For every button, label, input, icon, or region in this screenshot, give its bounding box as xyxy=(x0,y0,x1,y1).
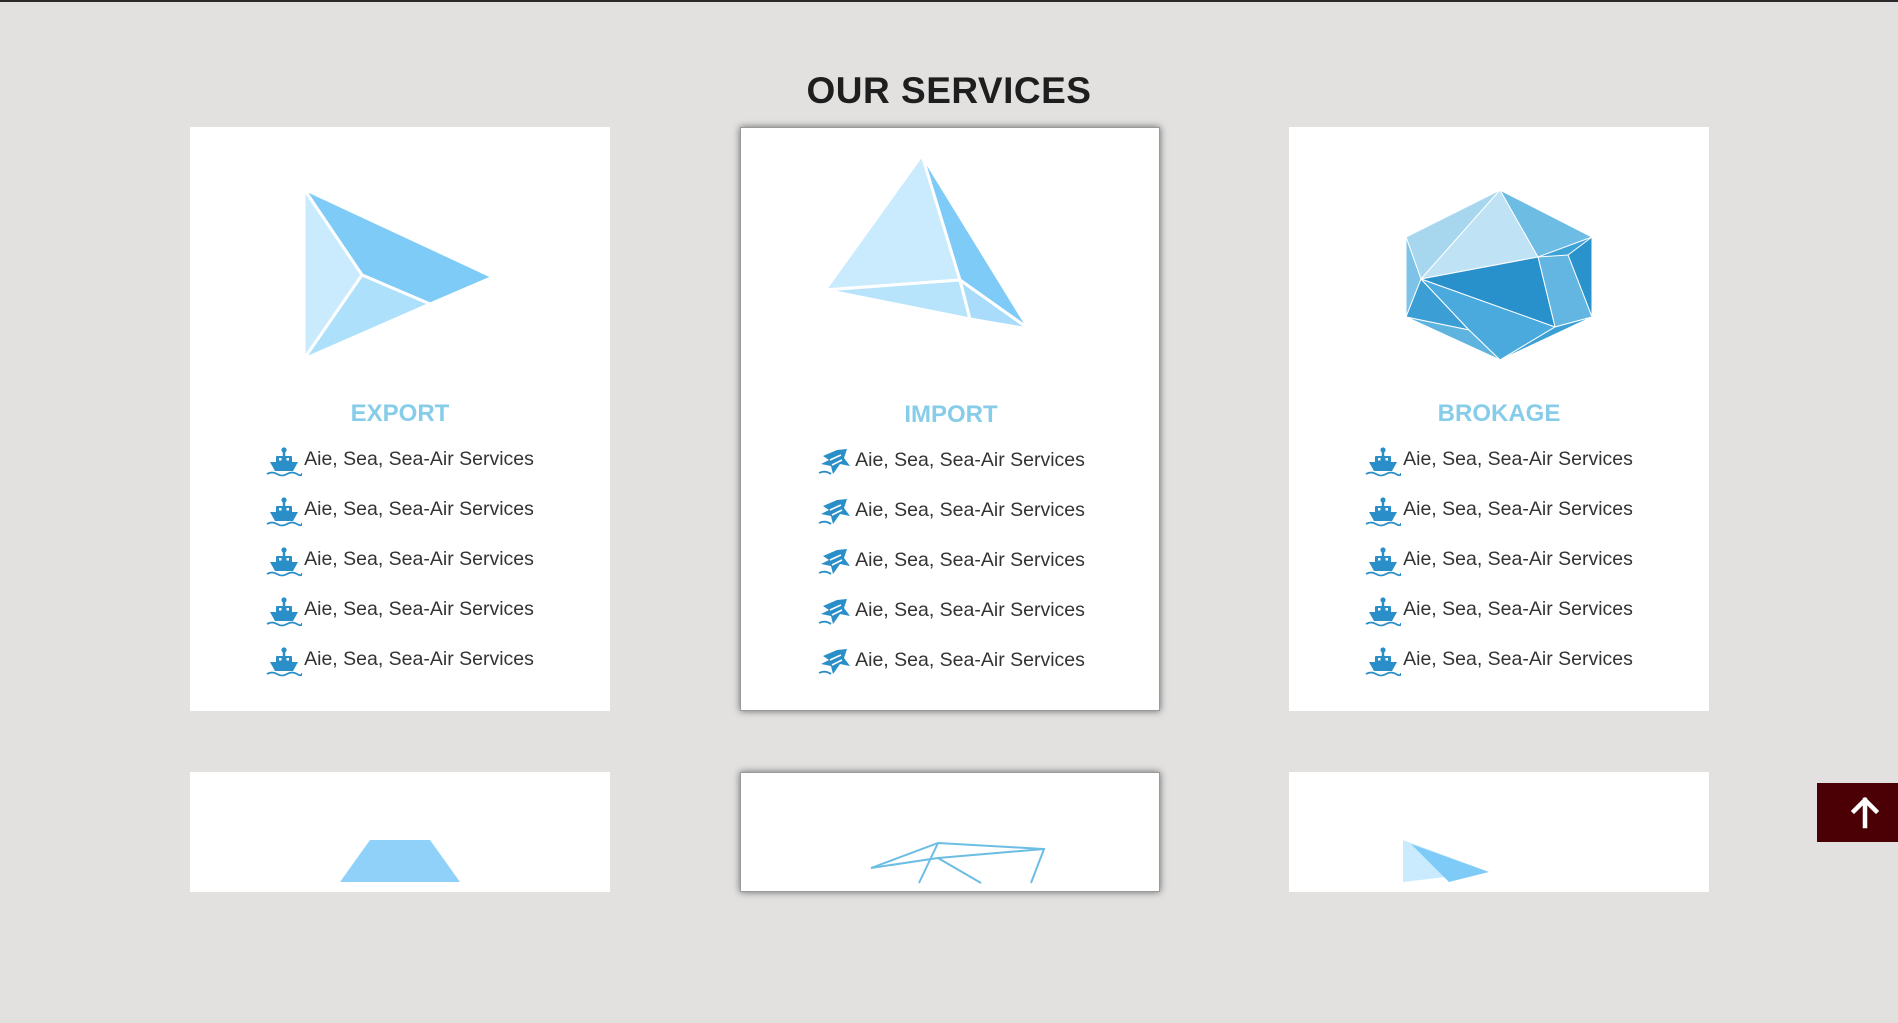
airplane-icon xyxy=(818,498,852,525)
ship-icon xyxy=(1365,446,1402,477)
service-item-label: Aie, Sea, Sea-Air Services xyxy=(855,499,1085,521)
service-item-label: Aie, Sea, Sea-Air Services xyxy=(1403,448,1633,470)
service-list: Aie, Sea, Sea-Air Services Aie, Sea, Sea… xyxy=(190,446,610,697)
card-title: EXPORT xyxy=(350,400,450,427)
ship-icon xyxy=(266,546,303,577)
service-item-label: Aie, Sea, Sea-Air Services xyxy=(855,649,1085,671)
service-item-label: Aie, Sea, Sea-Air Services xyxy=(855,599,1085,621)
list-item: Aie, Sea, Sea-Air Services xyxy=(1289,496,1709,547)
service-item-label: Aie, Sea, Sea-Air Services xyxy=(304,648,534,670)
service-item-label: Aie, Sea, Sea-Air Services xyxy=(855,449,1085,471)
paper-plane-illustration xyxy=(302,187,495,361)
ship-icon xyxy=(266,646,303,677)
polyhedron-illustration xyxy=(1405,188,1594,361)
airplane-icon xyxy=(818,548,852,575)
service-list: Aie, Sea, Sea-Air Services Aie, Sea, Sea… xyxy=(741,448,1161,698)
service-item-label: Aie, Sea, Sea-Air Services xyxy=(1403,598,1633,620)
airplane-icon xyxy=(818,448,852,475)
list-item: Aie, Sea, Sea-Air Services xyxy=(741,448,1161,498)
service-card-lower-1 xyxy=(190,772,610,892)
list-item: Aie, Sea, Sea-Air Services xyxy=(741,498,1161,548)
ship-icon xyxy=(1365,596,1402,627)
service-item-label: Aie, Sea, Sea-Air Services xyxy=(1403,548,1633,570)
list-item: Aie, Sea, Sea-Air Services xyxy=(190,496,610,547)
ship-icon xyxy=(1365,646,1402,677)
service-item-label: Aie, Sea, Sea-Air Services xyxy=(855,549,1085,571)
ship-icon xyxy=(1365,496,1402,527)
list-item: Aie, Sea, Sea-Air Services xyxy=(1289,646,1709,697)
card-title: IMPORT xyxy=(904,401,998,428)
card-title: BROKAGE xyxy=(1437,400,1561,427)
airplane-icon xyxy=(818,598,852,625)
list-item: Aie, Sea, Sea-Air Services xyxy=(190,546,610,597)
paper-plane-illustration xyxy=(1403,840,1489,882)
list-item: Aie, Sea, Sea-Air Services xyxy=(1289,596,1709,647)
list-item: Aie, Sea, Sea-Air Services xyxy=(1289,546,1709,597)
service-list: Aie, Sea, Sea-Air Services Aie, Sea, Sea… xyxy=(1289,446,1709,697)
list-item: Aie, Sea, Sea-Air Services xyxy=(741,548,1161,598)
list-item: Aie, Sea, Sea-Air Services xyxy=(1289,446,1709,497)
back-to-top-button[interactable] xyxy=(1817,783,1898,842)
list-item: Aie, Sea, Sea-Air Services xyxy=(190,596,610,647)
ship-icon xyxy=(1365,546,1402,577)
service-item-label: Aie, Sea, Sea-Air Services xyxy=(304,448,534,470)
service-item-label: Aie, Sea, Sea-Air Services xyxy=(1403,648,1633,670)
service-item-label: Aie, Sea, Sea-Air Services xyxy=(304,498,534,520)
top-divider xyxy=(0,0,1898,2)
arrow-up-icon xyxy=(1850,796,1879,828)
service-item-label: Aie, Sea, Sea-Air Services xyxy=(304,598,534,620)
list-item: Aie, Sea, Sea-Air Services xyxy=(190,646,610,697)
ship-icon xyxy=(266,446,303,477)
service-card-brokage: BROKAGE Aie, Sea, Sea-Air Services Aie, … xyxy=(1289,127,1709,711)
ship-icon xyxy=(266,496,303,527)
hexagon-illustration xyxy=(340,840,460,882)
service-card-import: IMPORT Aie, Sea, Sea-Air Services Aie, S… xyxy=(740,127,1160,711)
service-card-export: EXPORT Aie, Sea, Sea-Air Services Aie, S… xyxy=(190,127,610,711)
service-item-label: Aie, Sea, Sea-Air Services xyxy=(304,548,534,570)
list-item: Aie, Sea, Sea-Air Services xyxy=(741,648,1161,698)
list-item: Aie, Sea, Sea-Air Services xyxy=(741,598,1161,648)
service-item-label: Aie, Sea, Sea-Air Services xyxy=(1403,498,1633,520)
ship-icon xyxy=(266,596,303,627)
airplane-icon xyxy=(818,648,852,675)
wireframe-box-illustration xyxy=(870,841,1046,884)
service-card-lower-3 xyxy=(1289,772,1709,892)
pyramid-illustration xyxy=(823,153,1031,331)
service-card-lower-2 xyxy=(740,772,1160,892)
list-item: Aie, Sea, Sea-Air Services xyxy=(190,446,610,497)
section-title: OUR SERVICES xyxy=(806,70,1092,111)
